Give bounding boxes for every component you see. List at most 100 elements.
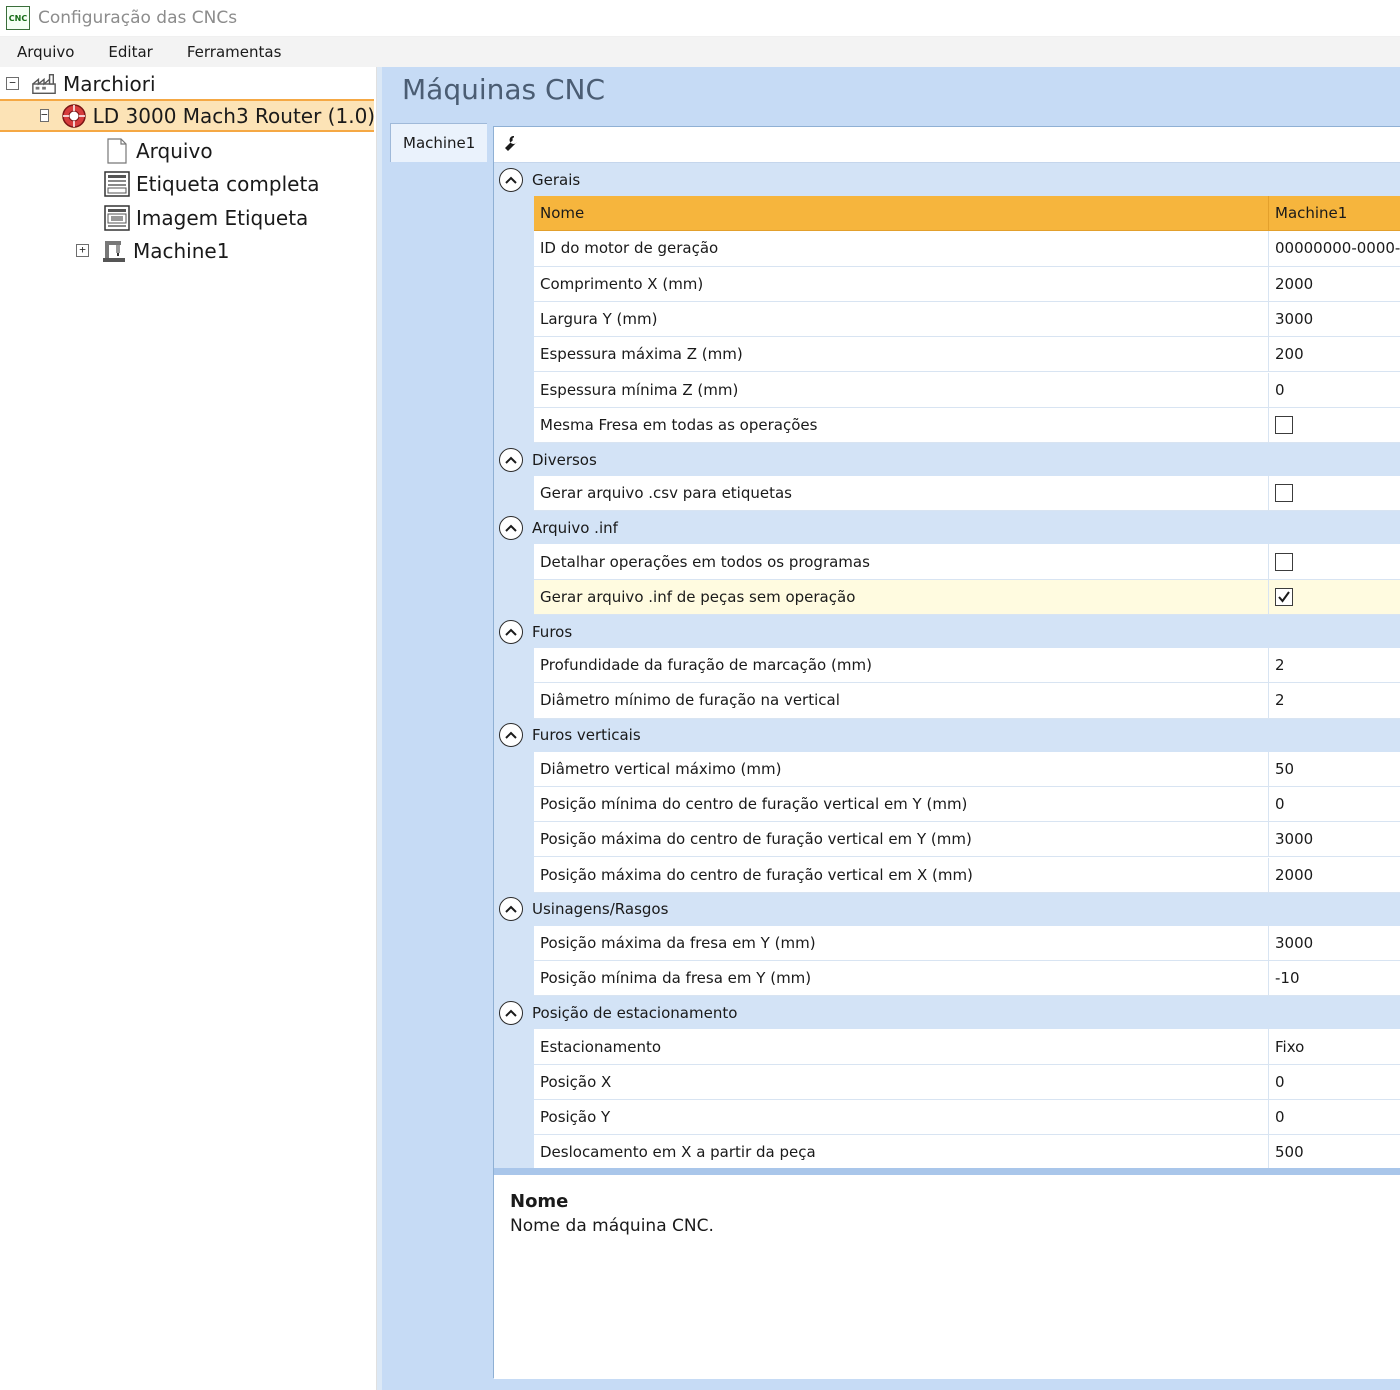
property-row[interactable]: Diâmetro vertical máximo (mm) 50 [534, 751, 1400, 787]
tree-node-etiqueta-completa[interactable]: Etiqueta completa [104, 167, 320, 200]
menu-arquivo[interactable]: Arquivo [0, 43, 91, 61]
property-name: ID do motor de geração [534, 231, 1269, 266]
property-row[interactable]: Profundidade da furação de marcação (mm)… [534, 648, 1400, 684]
tab-machine1[interactable]: Machine1 [390, 123, 487, 163]
expand-icon[interactable]: + [76, 244, 89, 257]
category-row[interactable]: Furos [494, 615, 1400, 648]
tree-view: − Marchiori − LD 3000 Mach3 Router (1.0)… [0, 67, 377, 1390]
label-icon [104, 170, 130, 197]
category-row[interactable]: Furos verticais [494, 718, 1400, 752]
collapse-chevron-icon[interactable] [499, 897, 523, 922]
category-row[interactable]: Posição de estacionamento [494, 996, 1400, 1030]
property-row[interactable]: Espessura mínima Z (mm) 0 [534, 372, 1400, 408]
category-row[interactable]: Usinagens/Rasgos [494, 892, 1400, 926]
tree-node-root[interactable]: − Marchiori [6, 67, 156, 100]
tree-node-imagem-etiqueta[interactable]: Imagem Etiqueta [104, 201, 308, 234]
tree-label-machine1: Machine1 [133, 238, 230, 263]
property-row[interactable]: Detalhar operações em todos os programas [534, 544, 1400, 580]
property-value[interactable]: 500 [1269, 1135, 1400, 1169]
collapse-chevron-icon[interactable] [499, 515, 523, 540]
property-value[interactable]: 2 [1269, 683, 1400, 717]
tree-node-machine[interactable]: − LD 3000 Mach3 Router (1.0) [0, 99, 375, 132]
menu-ferramentas[interactable]: Ferramentas [170, 43, 299, 61]
property-name: Posição X [534, 1064, 1269, 1099]
property-value[interactable]: 0 [1269, 373, 1400, 407]
row-gutter [494, 196, 534, 444]
tree-node-arquivo[interactable]: Arquivo [104, 134, 213, 167]
collapse-chevron-icon[interactable] [499, 723, 523, 748]
property-name: Detalhar operações em todos os programas [534, 544, 1269, 579]
property-value[interactable]: 3000 [1269, 302, 1400, 336]
description-splitter[interactable] [494, 1168, 1400, 1175]
property-row[interactable]: Comprimento X (mm) 2000 [534, 266, 1400, 302]
property-value[interactable]: 2000 [1269, 267, 1400, 301]
property-name: Posição máxima da fresa em Y (mm) [534, 925, 1269, 961]
collapse-chevron-icon[interactable] [499, 619, 523, 644]
wrench-icon[interactable] [502, 134, 520, 156]
category-row[interactable]: Gerais [494, 163, 1400, 196]
property-value[interactable]: 2 [1269, 648, 1400, 682]
row-gutter [494, 544, 534, 615]
checkbox-checked[interactable] [1275, 587, 1293, 606]
property-value[interactable]: 0 [1269, 1100, 1400, 1134]
description-text: Nome da máquina CNC. [510, 1216, 714, 1236]
property-value[interactable]: 0 [1269, 1065, 1400, 1099]
property-row[interactable]: Nome Machine1 [534, 196, 1400, 232]
row-gutter [494, 648, 534, 719]
menu-editar[interactable]: Editar [91, 43, 169, 61]
property-value[interactable]: Fixo [1269, 1029, 1400, 1063]
property-name: Gerar arquivo .inf de peças sem operação [534, 579, 1269, 614]
property-row[interactable]: Estacionamento Fixo [534, 1029, 1400, 1065]
property-value[interactable]: 00000000-0000-0 [1269, 231, 1400, 265]
tree-node-machine1[interactable]: + Machine1 [76, 234, 229, 267]
tree-label-imagem-etiqueta: Imagem Etiqueta [136, 205, 309, 230]
property-name: Gerar arquivo .csv para etiquetas [534, 476, 1269, 511]
property-row[interactable]: Mesma Fresa em todas as operações [534, 407, 1400, 444]
property-row[interactable]: Posição máxima da fresa em Y (mm) 3000 [534, 925, 1400, 962]
checkbox-unchecked[interactable] [1275, 484, 1293, 503]
property-value[interactable]: -10 [1269, 961, 1400, 995]
property-value [1269, 544, 1400, 578]
property-row[interactable]: Deslocamento em X a partir da peça 500 [534, 1135, 1400, 1171]
property-value[interactable]: Machine1 [1269, 196, 1400, 230]
property-name: Estacionamento [534, 1029, 1269, 1064]
tree-label-etiqueta-completa: Etiqueta completa [136, 171, 320, 196]
property-row[interactable]: ID do motor de geração 00000000-0000-0 [534, 231, 1400, 267]
property-row[interactable]: Largura Y (mm) 3000 [534, 301, 1400, 338]
collapse-chevron-icon[interactable] [499, 167, 523, 192]
property-value[interactable]: 2000 [1269, 858, 1400, 892]
menu-bar: Arquivo Editar Ferramentas [0, 37, 1400, 67]
property-value[interactable]: 0 [1269, 787, 1400, 821]
description-panel: Nome Nome da máquina CNC. [494, 1175, 1400, 1379]
property-row[interactable]: Espessura máxima Z (mm) 200 [534, 337, 1400, 373]
checkbox-unchecked[interactable] [1275, 415, 1293, 434]
checkbox-unchecked[interactable] [1275, 552, 1293, 571]
property-row[interactable]: Gerar arquivo .csv para etiquetas [534, 476, 1400, 512]
category-row[interactable]: Diversos [494, 443, 1400, 477]
category-label: Gerais [532, 170, 581, 189]
collapse-icon[interactable]: − [6, 77, 19, 90]
collapse-icon[interactable]: − [40, 109, 49, 122]
property-row[interactable]: Posição máxima do centro de furação vert… [534, 857, 1400, 893]
property-row[interactable]: Posição mínima do centro de furação vert… [534, 786, 1400, 823]
property-value[interactable]: 3000 [1269, 822, 1400, 856]
property-value[interactable]: 200 [1269, 337, 1400, 371]
category-row[interactable]: Arquivo .inf [494, 511, 1400, 545]
tree-label-arquivo: Arquivo [136, 138, 213, 163]
grid-body: Gerais Nome Machine1 ID do motor de geração… [494, 163, 1400, 1206]
collapse-chevron-icon[interactable] [499, 447, 523, 472]
property-value[interactable]: 3000 [1269, 926, 1400, 960]
property-row[interactable]: Posição máxima do centro de furação vert… [534, 822, 1400, 858]
property-name: Profundidade da furação de marcação (mm) [534, 648, 1269, 683]
property-name: Posição máxima do centro de furação vert… [534, 822, 1269, 857]
tree-label-root: Marchiori [63, 71, 156, 96]
property-value[interactable]: 50 [1269, 752, 1400, 786]
property-row[interactable]: Posição Y0 [534, 1100, 1400, 1136]
property-row[interactable]: Posição X0 [534, 1064, 1400, 1100]
collapse-chevron-icon[interactable] [499, 1000, 523, 1025]
property-row[interactable]: Diâmetro mínimo de furação na vertical 2 [534, 683, 1400, 719]
category-label: Furos [532, 622, 573, 641]
property-row[interactable]: Posição mínima da fresa em Y (mm) -10 [534, 961, 1400, 997]
grid-toolbar [494, 127, 1400, 163]
property-row[interactable]: Gerar arquivo .inf de peças sem operação [534, 579, 1400, 615]
